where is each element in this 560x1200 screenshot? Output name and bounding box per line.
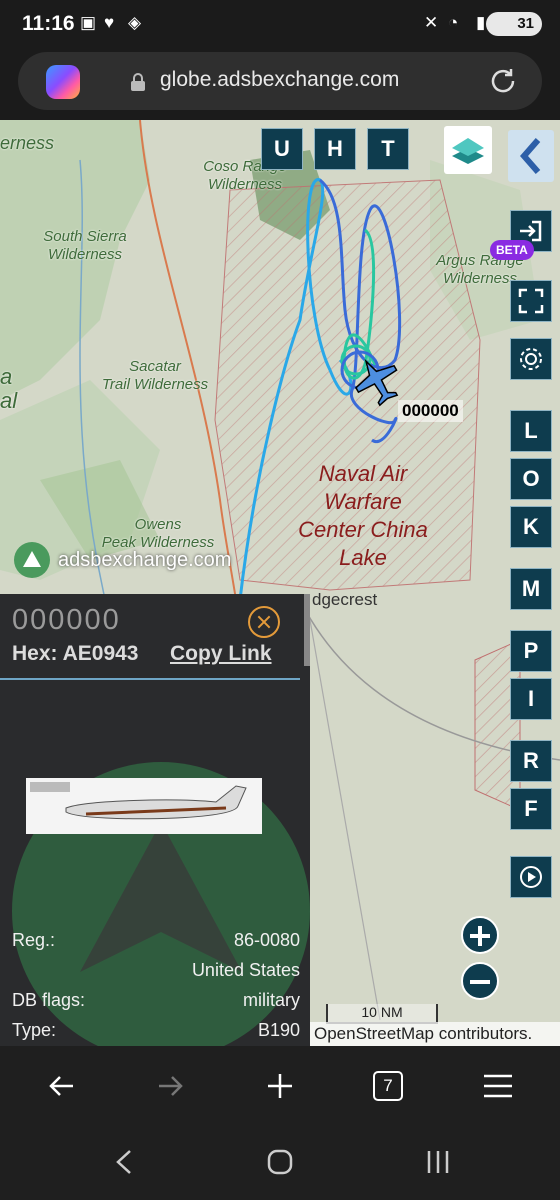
system-back-button[interactable] — [100, 1138, 148, 1186]
aircraft-info-panel: 000000 Hex: AE0943 Copy Link Reg.: 86-00… — [0, 594, 310, 1046]
forward-button[interactable] — [146, 1062, 194, 1110]
divider — [0, 678, 300, 680]
reload-icon[interactable] — [486, 64, 520, 98]
row-key: Type: — [12, 1020, 57, 1040]
callsign: 000000 — [12, 604, 121, 636]
address-bar[interactable]: globe.adsbexchange.com — [18, 52, 542, 110]
map-label-cut-1: a — [0, 364, 13, 389]
panel-scrollbar[interactable] — [304, 594, 310, 666]
button-u[interactable]: U — [261, 128, 303, 170]
url-text[interactable]: globe.adsbexchange.com — [160, 68, 399, 92]
adsbx-logo-icon — [14, 542, 50, 578]
browser-bottom-bar: 7 — [0, 1046, 560, 1128]
status-bar: 11:16 ▣ ♥ ◈ ✕ ◔ ▮ 31 — [0, 0, 560, 48]
button-l[interactable]: L — [510, 410, 552, 452]
hamburger-menu-icon — [484, 1074, 512, 1098]
system-navigation-bar — [0, 1128, 560, 1200]
beta-badge: BETA — [490, 240, 534, 260]
settings-button[interactable] — [510, 338, 552, 380]
hex-label: Hex: — [12, 642, 58, 665]
info-row-db-flags: DB flags: military — [12, 990, 300, 1016]
screen: 11:16 ▣ ♥ ◈ ✕ ◔ ▮ 31 globe.adsbexchange.… — [0, 0, 560, 1200]
row-value: United States — [191, 960, 300, 980]
button-m[interactable]: M — [510, 568, 552, 610]
plus-icon — [268, 1074, 292, 1098]
lock-icon[interactable] — [130, 73, 146, 91]
copy-link[interactable]: Copy Link — [170, 642, 272, 666]
copilot-icon[interactable] — [46, 65, 80, 99]
mute-icon: ✕ — [424, 13, 439, 32]
replay-icon — [520, 866, 542, 888]
layers-button[interactable] — [444, 126, 492, 174]
row-key: Reg.: — [12, 930, 56, 950]
tabs-count: 7 — [373, 1071, 403, 1101]
button-r[interactable]: R — [510, 740, 552, 782]
collapse-panel-button[interactable] — [508, 130, 554, 182]
menu-button[interactable] — [474, 1062, 522, 1110]
new-tab-button[interactable] — [256, 1062, 304, 1110]
back-button[interactable] — [38, 1062, 86, 1110]
replay-button[interactable] — [510, 856, 552, 898]
map-label-cut-top: erness — [0, 133, 55, 153]
map-label-south-sierra: South Sierra Wilderness — [43, 228, 127, 263]
map-label-cut-2: al — [0, 388, 18, 413]
recents-icon — [427, 1151, 449, 1173]
hex-line: Hex: AE0943 — [12, 642, 138, 666]
screenshot-icon: ▣ — [80, 13, 97, 32]
fullscreen-button[interactable] — [510, 280, 552, 322]
close-icon[interactable] — [248, 606, 280, 638]
hex-value: AE0943 — [62, 642, 139, 665]
chevron-left-icon — [520, 138, 541, 174]
app-stack-icon: ◈ — [128, 13, 142, 32]
aircraft-label[interactable]: 000000 — [398, 400, 463, 422]
button-h[interactable]: H — [314, 128, 356, 170]
aircraft-photo-image — [26, 778, 262, 834]
fullscreen-icon — [518, 288, 544, 314]
button-p[interactable]: P — [510, 630, 552, 672]
watermark-text: adsbexchange.com — [58, 548, 232, 571]
zoom-out-button[interactable] — [461, 962, 499, 1000]
aircraft-photo[interactable] — [26, 778, 262, 834]
arrow-right-icon — [159, 1076, 183, 1096]
button-t[interactable]: T — [367, 128, 409, 170]
map-attribution[interactable]: OpenStreetMap contributors. — [310, 1022, 560, 1046]
info-row-type: Type: B190 — [12, 1020, 300, 1046]
layers-icon — [452, 138, 484, 164]
heart-icon: ♥ — [104, 13, 115, 32]
system-home-button[interactable] — [256, 1138, 304, 1186]
status-time: 11:16 — [22, 12, 75, 35]
button-k[interactable]: K — [510, 506, 552, 548]
system-recents-button[interactable] — [414, 1138, 462, 1186]
wifi-icon: ◔ — [448, 13, 459, 32]
row-key: DB flags: — [12, 990, 86, 1010]
map-scale: 10 NM — [326, 1004, 438, 1024]
arrow-left-icon — [49, 1076, 73, 1096]
map-label-city: dgecrest — [312, 590, 378, 609]
browser-toolbar: globe.adsbexchange.com — [0, 48, 560, 120]
chevron-left-icon — [116, 1150, 131, 1174]
button-f[interactable]: F — [510, 788, 552, 830]
tabs-button[interactable]: 7 — [364, 1062, 412, 1110]
row-value: B190 — [257, 1020, 300, 1040]
button-o[interactable]: O — [510, 458, 552, 500]
row-value: military — [243, 990, 300, 1010]
row-value: 86-0080 — [233, 930, 300, 950]
battery-level: 31 — [517, 15, 534, 32]
gear-icon — [520, 348, 542, 370]
button-i[interactable]: I — [510, 678, 552, 720]
info-row-reg: Reg.: 86-0080 — [12, 930, 300, 956]
info-row-country: United States — [12, 960, 300, 986]
home-icon — [267, 1149, 293, 1175]
signal-icon: ▮ — [476, 13, 486, 32]
map-label-naval-air: Naval Air Warfare Center China Lake — [298, 461, 428, 570]
zoom-in-button[interactable] — [461, 916, 499, 954]
battery-indicator: 31 — [486, 12, 542, 36]
adsbx-watermark: adsbexchange.com — [14, 542, 231, 578]
map-label-sacatar: Sacatar Trail Wilderness — [101, 358, 209, 393]
